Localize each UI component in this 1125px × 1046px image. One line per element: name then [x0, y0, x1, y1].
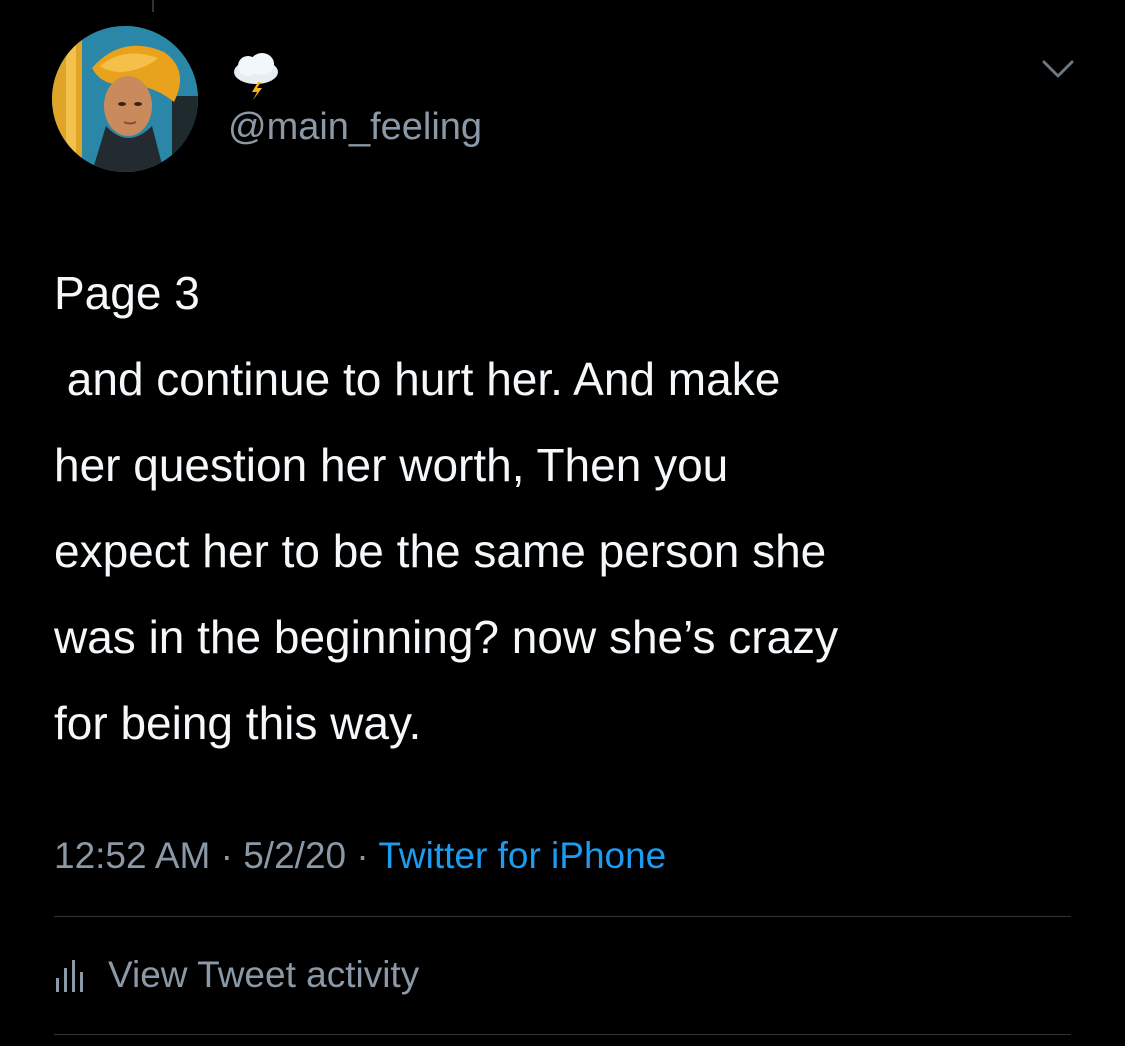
meta-separator: · — [220, 835, 233, 876]
thread-connector-line — [152, 0, 154, 12]
user-handle[interactable]: @main_feeling — [228, 104, 482, 150]
chevron-down-icon[interactable] — [1038, 54, 1078, 84]
tweet-metadata: 12:52 AM · 5/2/20 · Twitter for iPhone — [54, 833, 666, 879]
avatar-image — [52, 26, 198, 172]
tweet-text-line: was in the beginning? now she’s crazy — [54, 611, 839, 663]
avatar[interactable] — [52, 26, 198, 172]
tweet-text-line: Page 3 — [54, 267, 200, 319]
tweet-text-line: for being this way. — [54, 697, 422, 749]
cloud-with-lightning-icon — [228, 52, 284, 100]
tweet-date[interactable]: 5/2/20 — [243, 835, 346, 876]
tweet-time[interactable]: 12:52 AM — [54, 835, 210, 876]
divider — [54, 916, 1071, 917]
meta-separator: · — [356, 835, 369, 876]
tweet-text: Page 3 and continue to hurt her. And mak… — [54, 250, 1064, 766]
divider — [54, 1034, 1071, 1035]
tweet-text-line: her question her worth, Then you — [54, 439, 729, 491]
tweet-text-line: and continue to hurt her. And make — [54, 353, 781, 405]
view-tweet-activity-button[interactable]: View Tweet activity — [54, 952, 419, 998]
view-tweet-activity-label: View Tweet activity — [108, 954, 420, 995]
tweet-text-line: expect her to be the same person she — [54, 525, 827, 577]
bar-chart-icon — [54, 958, 84, 992]
tweet-source-link[interactable]: Twitter for iPhone — [378, 835, 666, 876]
